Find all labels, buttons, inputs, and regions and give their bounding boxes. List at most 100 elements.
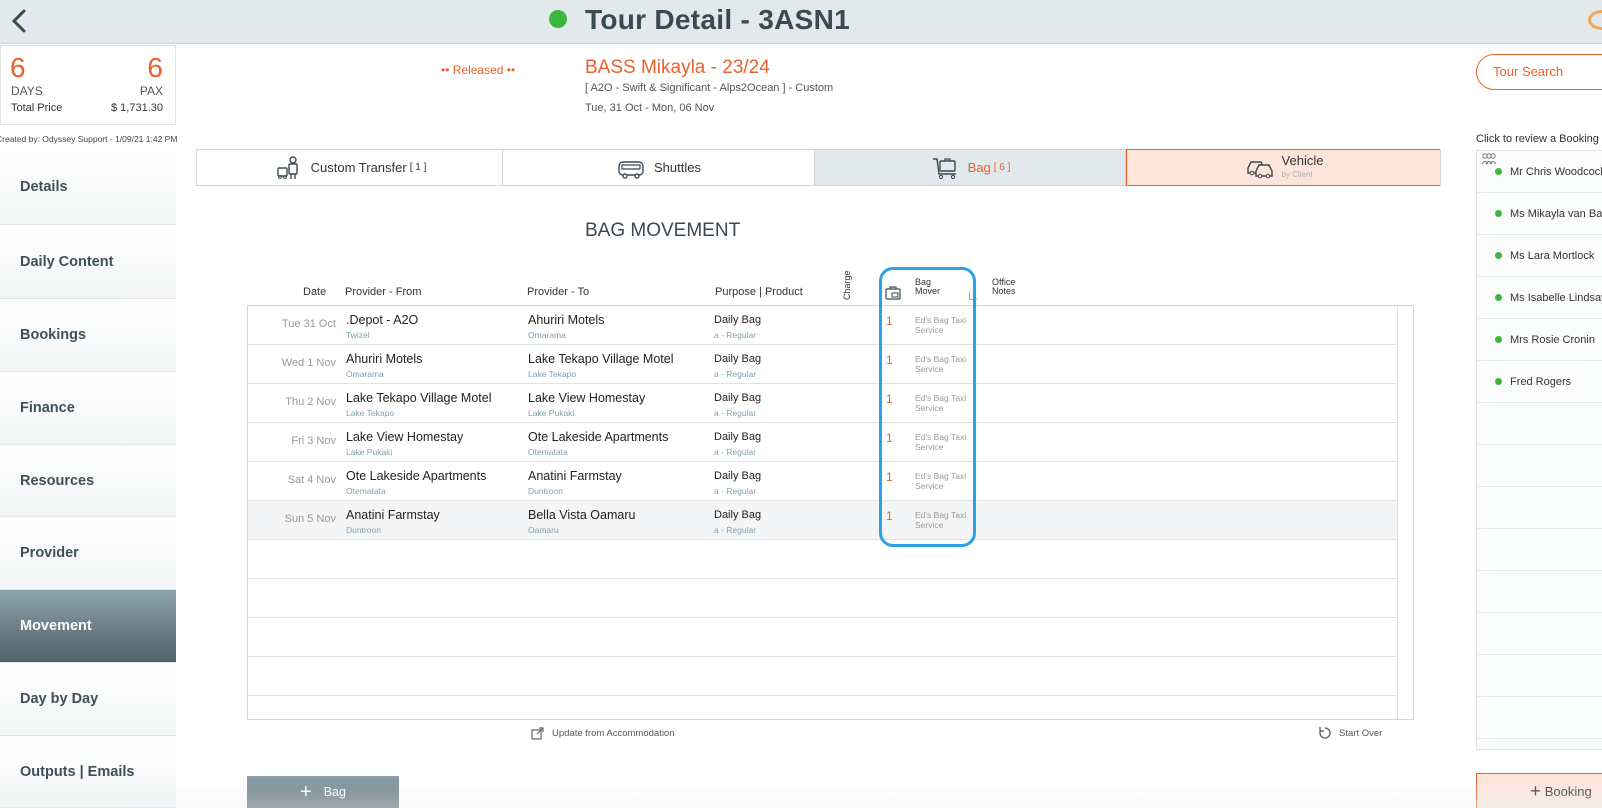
bag-icon: [885, 286, 901, 300]
col-header-purpose-product: Purpose | Product: [715, 286, 803, 298]
col-header-provider-to: Provider - To: [527, 286, 590, 298]
plus-icon: +: [1530, 780, 1541, 801]
tour-search-button[interactable]: Tour Search: [1476, 54, 1602, 90]
tab-custom-transfer-count: [ 1 ]: [409, 162, 427, 173]
row-bag-quantity[interactable]: 1: [886, 470, 893, 484]
tour-summary-card: 6 6 DAYS PAX Total Price $ 1,731.30: [0, 45, 176, 125]
row-provider-from-location: Twizel: [346, 330, 370, 340]
table-row[interactable]: Tue 31 Oct .Depot - A2O Twizel Ahuriri M…: [248, 306, 1398, 345]
row-provider-to-location: Lake Pukaki: [528, 408, 575, 418]
row-bag-mover[interactable]: Ed's Bag Taxi Service: [915, 354, 975, 374]
days-label: DAYS: [11, 84, 43, 98]
row-purpose: Daily Bag: [714, 431, 762, 443]
passenger-row-empty: [1477, 445, 1602, 487]
table-row[interactable]: Thu 2 Nov Lake Tekapo Village Motel Lake…: [248, 384, 1398, 423]
tab-shuttles[interactable]: Shuttles: [503, 150, 815, 185]
add-booking-button[interactable]: + Booking: [1476, 773, 1602, 808]
sidebar-item-day-by-day[interactable]: Day by Day: [0, 663, 176, 736]
row-bag-mover[interactable]: Ed's Bag Taxi Service: [915, 471, 975, 491]
add-bag-button[interactable]: + Bag: [247, 776, 399, 808]
row-bag-mover[interactable]: Ed's Bag Taxi Service: [915, 510, 975, 530]
passenger-row[interactable]: Mr Chris Woodcock: [1477, 151, 1602, 193]
table-scrollbar[interactable]: [1397, 306, 1413, 719]
passenger-row[interactable]: Fred Rogers: [1477, 361, 1602, 403]
back-button[interactable]: [8, 8, 34, 36]
passenger-row[interactable]: Ms Isabelle Lindsay: [1477, 277, 1602, 319]
row-product: a - Regular: [714, 486, 757, 496]
sidebar-item-daily-content[interactable]: Daily Content: [0, 225, 176, 299]
row-provider-from-location: Lake Pukaki: [346, 447, 393, 457]
row-provider-to-location: Otematata: [528, 447, 568, 457]
released-status: •• Released ••: [441, 63, 516, 77]
total-price-label: Total Price: [11, 102, 63, 114]
passenger-status-dot: [1495, 252, 1502, 259]
row-provider-from: Lake Tekapo Village Motel: [346, 391, 492, 405]
row-product: a - Regular: [714, 447, 757, 457]
passenger-row-empty: [1477, 487, 1602, 529]
passenger-row[interactable]: Ms Lara Mortlock: [1477, 235, 1602, 277]
table-row[interactable]: Wed 1 Nov Ahuriri Motels Omarama Lake Te…: [248, 345, 1398, 384]
section-title: BAG MOVEMENT: [585, 220, 741, 241]
tab-shuttles-label: Shuttles: [654, 160, 701, 175]
passenger-name: Mrs Rosie Cronin: [1510, 333, 1595, 346]
passenger-status-dot: [1495, 378, 1502, 385]
app-logo-icon: [1588, 10, 1602, 30]
row-provider-from: Lake View Homestay: [346, 430, 464, 444]
passenger-status-dot: [1495, 210, 1502, 217]
chevron-left-icon: [11, 9, 26, 33]
row-date: Fri 3 Nov: [291, 435, 336, 447]
row-product: a - Regular: [714, 330, 757, 340]
sidebar-item-details[interactable]: Details: [0, 150, 176, 225]
row-bag-quantity[interactable]: 1: [886, 431, 893, 445]
row-provider-to: Ote Lakeside Apartments: [528, 430, 669, 444]
update-from-accommodation-link[interactable]: Update from Accommodation: [531, 726, 675, 740]
col-header-provider-from: Provider - From: [345, 286, 422, 298]
row-bag-quantity[interactable]: 1: [886, 392, 893, 406]
table-row[interactable]: Sun 5 Nov Anatini Farmstay Duntroon Bell…: [248, 501, 1398, 540]
table-row[interactable]: Fri 3 Nov Lake View Homestay Lake Pukaki…: [248, 423, 1398, 462]
row-provider-from: Anatini Farmstay: [346, 508, 440, 522]
row-provider-to-location: Oamaru: [528, 525, 559, 535]
row-provider-to: Bella Vista Oamaru: [528, 508, 636, 522]
shuttle-bus-icon: [618, 160, 644, 179]
row-bag-quantity[interactable]: 1: [886, 314, 893, 328]
bottom-fade: [0, 780, 1602, 808]
tour-dates: Tue, 31 Oct - Mon, 06 Nov: [585, 102, 715, 114]
tab-vehicle[interactable]: Vehicle by Client: [1126, 149, 1440, 186]
days-value: 6: [10, 52, 26, 83]
sidebar-item-resources[interactable]: Resources: [0, 445, 176, 517]
sidebar-item-provider[interactable]: Provider: [0, 517, 176, 590]
row-bag-mover[interactable]: Ed's Bag Taxi Service: [915, 393, 975, 413]
sidebar-item-outputs-emails[interactable]: Outputs | Emails: [0, 736, 176, 808]
col-header-date: Date: [303, 286, 327, 298]
app-root: Tour Detail - 3ASN1 6 6 DAYS PAX Total P…: [0, 0, 1602, 808]
col-header-bag-mover-line2: Mover: [915, 286, 941, 296]
row-bag-quantity[interactable]: 1: [886, 353, 893, 367]
row-provider-to: Ahuriri Motels: [528, 313, 605, 327]
passenger-row-empty: [1477, 529, 1602, 571]
passenger-row-empty: [1477, 655, 1602, 697]
tab-custom-transfer[interactable]: Custom Transfer [ 1 ]: [197, 150, 503, 185]
sidebar-item-movement[interactable]: Movement: [0, 590, 176, 663]
row-provider-to: Anatini Farmstay: [528, 469, 622, 483]
table-row[interactable]: Sat 4 Nov Ote Lakeside Apartments Otemat…: [248, 462, 1398, 501]
update-from-accommodation-label: Update from Accommodation: [552, 727, 675, 739]
row-date: Thu 2 Nov: [285, 396, 336, 408]
start-over-link[interactable]: Start Over: [1318, 726, 1382, 740]
passenger-row[interactable]: Mrs Rosie Cronin: [1477, 319, 1602, 361]
sidebar-item-bookings[interactable]: Bookings: [0, 299, 176, 372]
tab-bag[interactable]: Bag [ 6 ]: [815, 150, 1126, 185]
row-purpose: Daily Bag: [714, 392, 762, 404]
row-purpose: Daily Bag: [714, 314, 762, 326]
passenger-name: Fred Rogers: [1510, 375, 1572, 388]
pax-label: PAX: [139, 84, 163, 98]
row-bag-quantity[interactable]: 1: [886, 509, 893, 523]
add-booking-label: Booking: [1544, 783, 1592, 799]
row-bag-mover[interactable]: Ed's Bag Taxi Service: [915, 432, 975, 452]
sidebar-item-finance[interactable]: Finance: [0, 372, 176, 445]
row-product: a - Regular: [714, 408, 757, 418]
passenger-row[interactable]: Ms Mikayla van Ba: [1477, 193, 1602, 235]
column-resize-handle[interactable]: [969, 292, 977, 300]
row-bag-mover[interactable]: Ed's Bag Taxi Service: [915, 315, 975, 335]
row-purpose: Daily Bag: [714, 509, 762, 521]
